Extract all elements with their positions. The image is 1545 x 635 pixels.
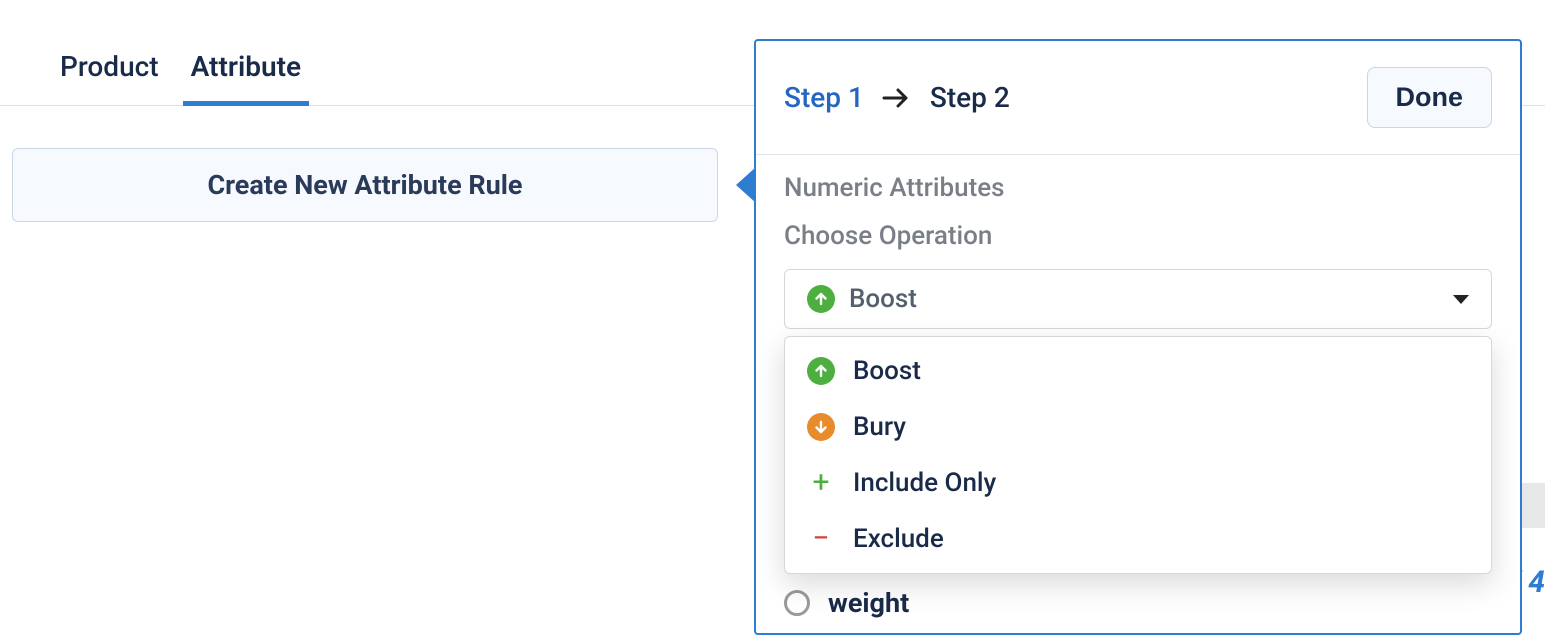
arrow-up-circle-icon <box>807 285 835 313</box>
operation-option-exclude[interactable]: − Exclude <box>785 511 1491 567</box>
minus-icon: − <box>807 524 835 554</box>
operation-option-label: Boost <box>853 356 921 386</box>
operation-option-boost[interactable]: Boost <box>785 343 1491 399</box>
panel-header: Step 1 Step 2 Done <box>756 41 1520 155</box>
create-button-label: Create New Attribute Rule <box>207 169 522 201</box>
operation-select[interactable]: Boost <box>784 269 1492 329</box>
radio-unchecked-icon[interactable] <box>784 590 810 616</box>
tab-product[interactable]: Product <box>60 50 159 105</box>
step-1[interactable]: Step 1 <box>784 81 864 114</box>
create-new-attribute-rule-button[interactable]: Create New Attribute Rule <box>12 148 718 222</box>
operation-dropdown: Boost Bury + Include Only − Exclude <box>784 336 1492 574</box>
stepper: Step 1 Step 2 <box>784 81 1010 114</box>
operation-option-label: Include Only <box>853 468 996 498</box>
plus-icon: + <box>807 468 835 498</box>
step-2[interactable]: Step 2 <box>930 81 1010 114</box>
panel-body: Numeric Attributes Choose Operation Boos… <box>756 155 1520 329</box>
arrow-up-circle-icon <box>807 356 835 386</box>
attribute-weight-label: weight <box>828 587 909 619</box>
operation-option-label: Exclude <box>853 524 944 554</box>
choose-operation-label: Choose Operation <box>784 221 1492 251</box>
attribute-row-weight[interactable]: weight <box>784 587 909 619</box>
chevron-down-icon <box>1453 295 1469 304</box>
done-button[interactable]: Done <box>1367 67 1493 128</box>
operation-option-bury[interactable]: Bury <box>785 399 1491 455</box>
arrow-right-icon <box>882 86 912 110</box>
attribute-rule-panel: Step 1 Step 2 Done Numeric Attributes Ch… <box>754 39 1522 635</box>
operation-option-label: Bury <box>853 412 906 442</box>
arrow-down-circle-icon <box>807 412 835 442</box>
tab-attribute[interactable]: Attribute <box>191 50 301 105</box>
operation-option-include-only[interactable]: + Include Only <box>785 455 1491 511</box>
operation-select-value: Boost <box>849 284 917 314</box>
numeric-attributes-label: Numeric Attributes <box>784 173 1492 203</box>
